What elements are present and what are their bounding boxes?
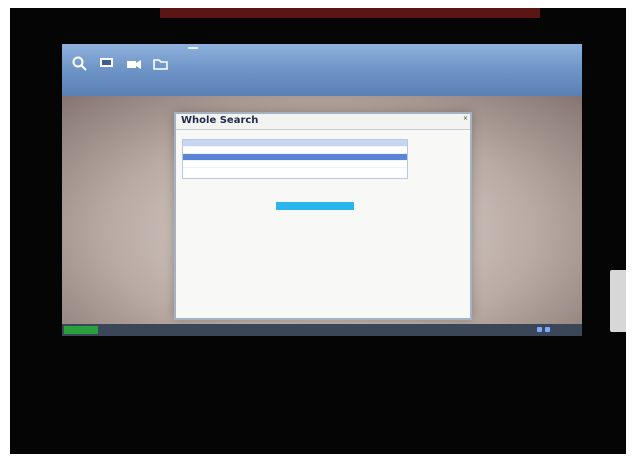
ribbon-tab[interactable] — [206, 47, 216, 49]
column-header[interactable] — [195, 140, 199, 146]
ribbon-tab[interactable] — [224, 47, 234, 49]
table-row[interactable] — [183, 146, 407, 153]
taskbar — [62, 324, 582, 336]
tray-volume-icon[interactable] — [545, 327, 550, 332]
ribbon-toolbar — [62, 44, 582, 96]
table-row[interactable] — [183, 167, 407, 174]
dialog-title: Whole Search — [181, 115, 259, 126]
table-cell — [195, 147, 199, 153]
results-table — [182, 139, 408, 179]
tray-network-icon[interactable] — [537, 327, 542, 332]
close-icon[interactable]: × — [463, 115, 468, 122]
list-option[interactable] — [276, 292, 354, 298]
desktop-area: Whole Search × — [62, 96, 582, 324]
search-tool-button[interactable] — [68, 56, 91, 88]
dialog-titlebar: Whole Search × — [176, 114, 470, 130]
ribbon-tab[interactable] — [116, 47, 126, 49]
top-reflection — [160, 8, 540, 18]
ribbon-tab[interactable] — [98, 47, 108, 49]
table-cell — [195, 161, 199, 167]
table-row-selected[interactable] — [183, 153, 407, 160]
table-row[interactable] — [183, 160, 407, 167]
option-listbox[interactable] — [276, 202, 354, 302]
ribbon-tab[interactable] — [134, 47, 144, 49]
search-dialog: Whole Search × — [174, 112, 472, 320]
side-glare — [610, 270, 626, 332]
photo-of-screen: Whole Search × — [10, 8, 626, 454]
list-option-selected[interactable] — [276, 202, 354, 210]
screen-icon — [100, 58, 113, 67]
display-tool-button[interactable] — [95, 56, 118, 88]
folder-icon — [153, 59, 168, 70]
ribbon-tab[interactable] — [152, 47, 162, 49]
table-cell — [195, 168, 199, 174]
ribbon-tab-active[interactable] — [188, 47, 198, 49]
ribbon-tabs — [98, 47, 234, 49]
table-cell — [195, 154, 199, 160]
start-button[interactable] — [64, 326, 98, 334]
ribbon-tab[interactable] — [170, 47, 180, 49]
folder-tool-button[interactable] — [149, 56, 172, 88]
camera-icon — [127, 60, 141, 69]
monitor-screen: Whole Search × — [62, 44, 582, 336]
camera-tool-button[interactable] — [122, 56, 145, 88]
ribbon-tool-group — [68, 56, 172, 88]
magnifier-icon — [72, 56, 87, 71]
